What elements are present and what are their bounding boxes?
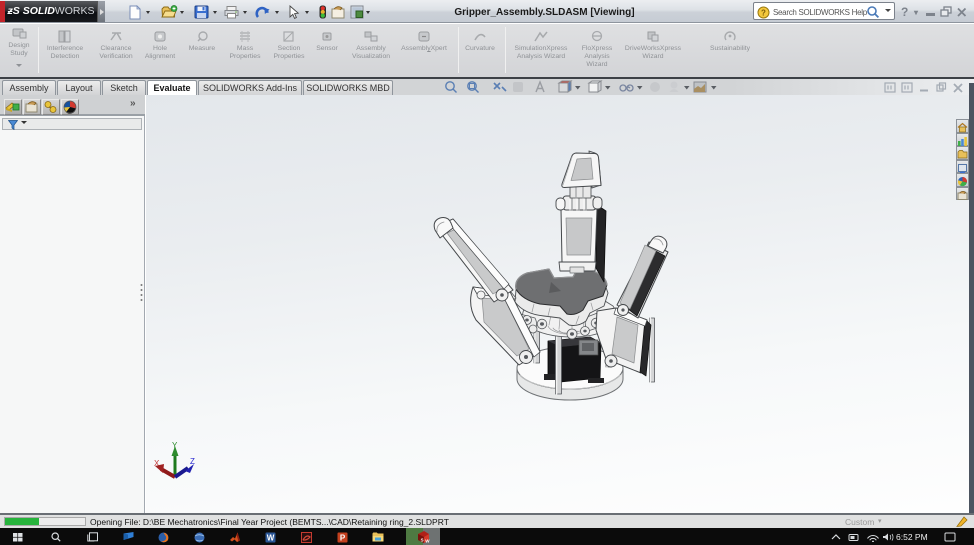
svg-text:W: W <box>425 538 430 543</box>
svg-text:S: S <box>421 537 424 542</box>
svg-text:?: ? <box>761 8 766 17</box>
svg-text:P: P <box>340 533 346 542</box>
svg-text:W: W <box>267 533 275 542</box>
svg-text:Z: Z <box>190 457 195 466</box>
